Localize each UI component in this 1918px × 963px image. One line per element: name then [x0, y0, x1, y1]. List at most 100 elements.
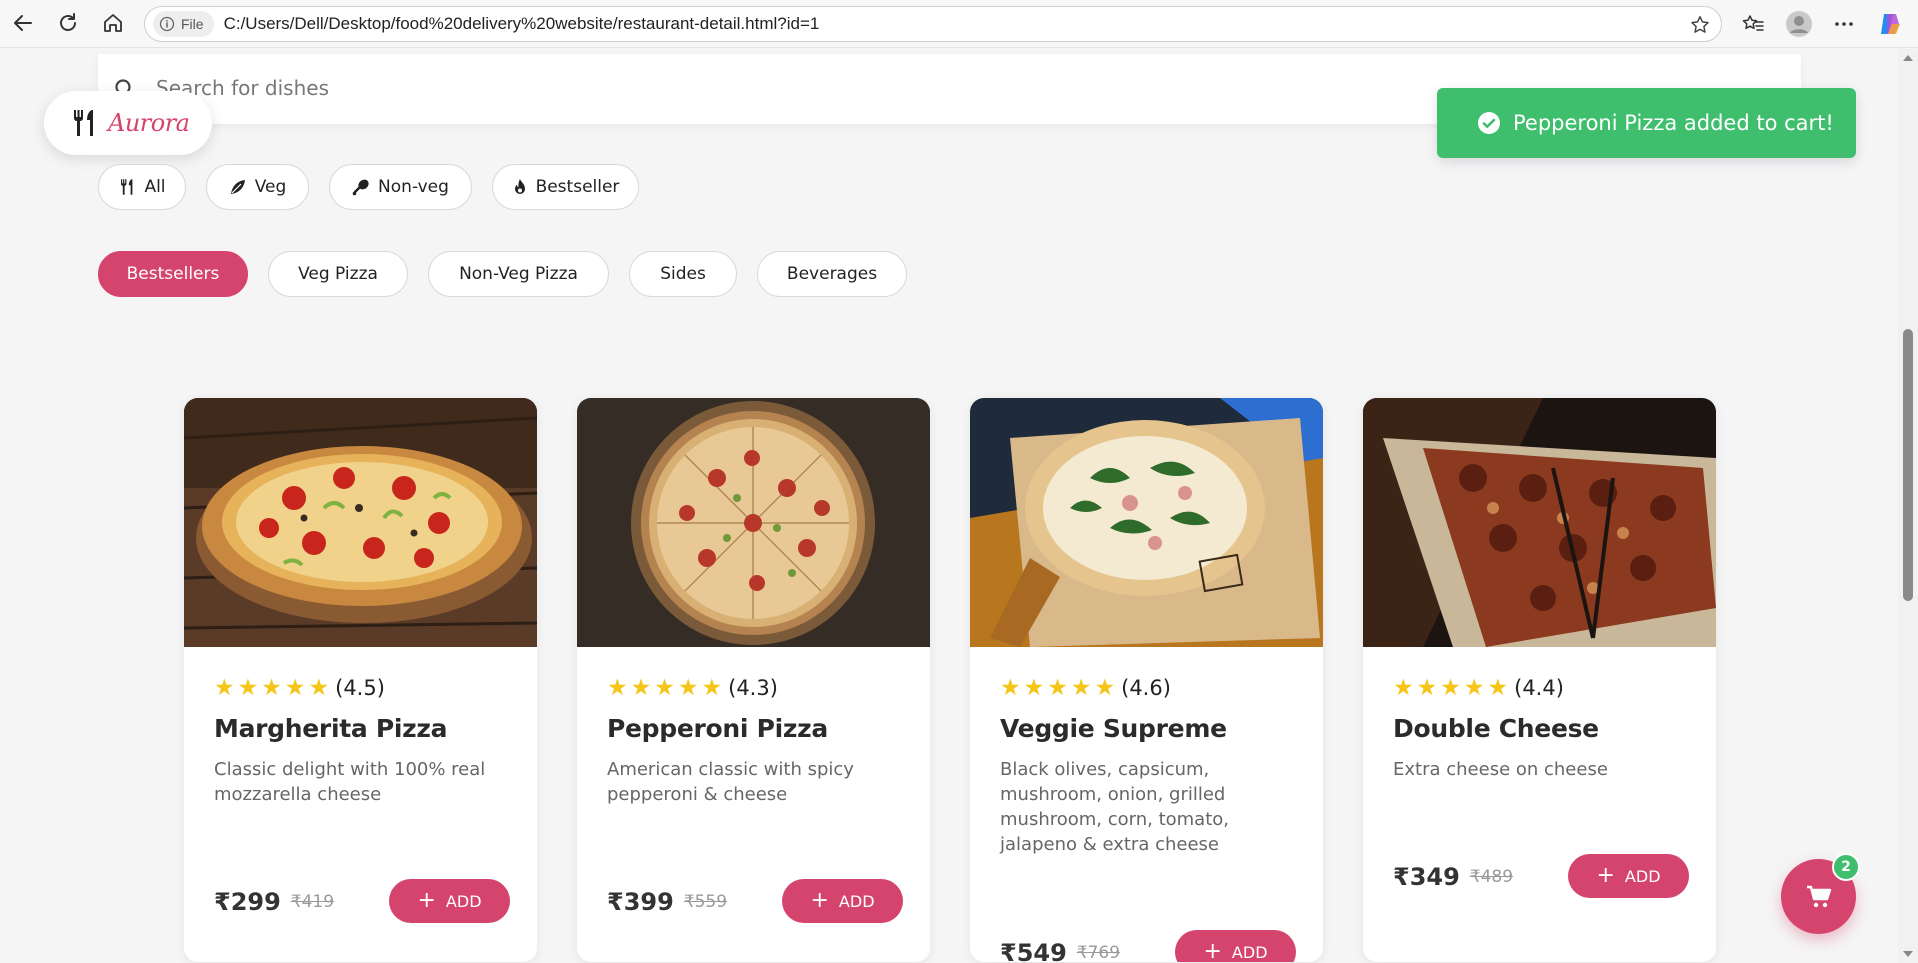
info-icon — [159, 16, 175, 32]
tab-sides[interactable]: Sides — [629, 251, 737, 297]
avatar-icon — [1786, 11, 1812, 37]
search-input[interactable] — [156, 70, 1656, 106]
filter-label: All — [144, 177, 166, 197]
favorite-button[interactable] — [1689, 14, 1711, 40]
profile-button[interactable] — [1781, 6, 1817, 42]
favorites-button[interactable] — [1735, 6, 1771, 42]
dish-description: Extra cheese on cheese — [1393, 759, 1608, 780]
copilot-icon — [1881, 14, 1900, 34]
dish-card: ★ ★ ★ ★ ★ (4.5) Margherita Pizza Classic… — [184, 398, 537, 962]
url-text[interactable]: C:/Users/Dell/Desktop/food%20delivery%20… — [224, 14, 820, 34]
add-label: ADD — [445, 891, 482, 911]
filter-bestseller[interactable]: Bestseller — [492, 164, 639, 210]
page-scrollbar[interactable] — [1898, 49, 1918, 963]
old-price: ₹769 — [1076, 943, 1121, 962]
dish-image — [1363, 398, 1716, 647]
utensils-icon — [121, 179, 133, 195]
check-circle-icon — [1478, 112, 1500, 134]
cart-icon — [1806, 885, 1831, 907]
add-label: ADD — [1231, 942, 1268, 962]
filter-all[interactable]: All — [98, 164, 186, 210]
plus-icon: + — [417, 888, 436, 913]
back-button[interactable] — [6, 6, 40, 40]
star-icon: ★ — [1023, 675, 1045, 701]
filter-non-veg[interactable]: Non-veg — [329, 164, 472, 210]
star-icon: ★ — [607, 675, 628, 701]
add-label: ADD — [1624, 866, 1661, 886]
price: ₹549 — [1000, 939, 1067, 962]
filter-label: Non-veg — [378, 177, 449, 197]
star-icon: ★ — [654, 675, 675, 701]
drumstick-icon — [352, 179, 369, 196]
dish-info: ★ ★ ★ ★ ★ (4.3) Pepperoni Pizza American… — [607, 674, 907, 807]
reload-icon — [60, 13, 76, 31]
filter-label: Bestseller — [535, 177, 620, 197]
star-icon: ★ — [701, 675, 723, 701]
more-menu-button[interactable] — [1826, 6, 1862, 42]
dish-name: Margherita Pizza — [214, 714, 448, 743]
copilot-button[interactable] — [1872, 6, 1908, 42]
star-icon: ★ — [237, 675, 259, 701]
address-bar[interactable]: File C:/Users/Dell/Desktop/food%20delive… — [144, 6, 1722, 42]
fire-icon — [514, 179, 525, 194]
price: ₹349 — [1393, 863, 1460, 891]
cart-button[interactable]: 2 — [1781, 853, 1860, 934]
star-icon: ★ — [214, 675, 235, 701]
arrow-left-icon — [14, 15, 32, 31]
add-to-cart-button[interactable]: + ADD — [1175, 930, 1296, 962]
star-icon: ★ — [1094, 675, 1116, 701]
rating: ★ ★ ★ ★ ★ (4.3) — [607, 674, 907, 702]
leaf-icon — [230, 180, 245, 194]
add-label: ADD — [838, 891, 875, 911]
dish-image — [970, 398, 1323, 647]
star-icon: ★ — [1047, 675, 1068, 701]
file-label: File — [181, 16, 204, 32]
rating-value: (4.6) — [1121, 676, 1171, 700]
brand-logo[interactable]: Aurora — [44, 91, 212, 155]
add-to-cart-button[interactable]: + ADD — [782, 879, 903, 923]
star-icon: ★ — [1070, 675, 1092, 701]
dish-description: Black olives, capsicum, mushroom, onion,… — [1000, 759, 1230, 855]
tab-non-veg-pizza[interactable]: Non-Veg Pizza — [428, 251, 609, 297]
price-row: ₹549 ₹769 + ADD — [1000, 930, 1296, 962]
filter-label: Veg — [254, 177, 287, 197]
browser-toolbar: File C:/Users/Dell/Desktop/food%20delive… — [0, 0, 1918, 48]
price-row: ₹299 ₹419 + ADD — [214, 879, 510, 925]
scrollbar-thumb[interactable] — [1903, 329, 1913, 601]
filter-veg[interactable]: Veg — [206, 164, 309, 210]
dish-image — [577, 398, 930, 647]
star-icon: ★ — [1463, 675, 1485, 701]
rating-value: (4.5) — [335, 676, 385, 700]
star-icon: ★ — [261, 675, 282, 701]
scroll-up-icon[interactable] — [1903, 55, 1913, 61]
star-outline-icon — [1691, 16, 1709, 33]
add-to-cart-button[interactable]: + ADD — [389, 879, 510, 923]
reload-button[interactable] — [51, 6, 85, 40]
rating: ★ ★ ★ ★ ★ (4.6) — [1000, 674, 1300, 702]
dish-image — [184, 398, 537, 647]
star-icon: ★ — [284, 675, 306, 701]
old-price: ₹419 — [290, 892, 335, 912]
old-price: ₹559 — [683, 892, 728, 912]
dish-info: ★ ★ ★ ★ ★ (4.4) Double Cheese Extra chee… — [1393, 674, 1693, 782]
home-icon — [104, 14, 122, 32]
tab-veg-pizza[interactable]: Veg Pizza — [268, 251, 408, 297]
dish-card: ★ ★ ★ ★ ★ (4.4) Double Cheese Extra chee… — [1363, 398, 1716, 962]
add-to-cart-button[interactable]: + ADD — [1568, 854, 1689, 898]
price: ₹299 — [214, 888, 281, 916]
dish-name: Double Cheese — [1393, 714, 1599, 743]
star-icon: ★ — [1000, 675, 1021, 701]
tab-bestsellers[interactable]: Bestsellers — [98, 251, 248, 297]
dish-name: Veggie Supreme — [1000, 714, 1227, 743]
rating: ★ ★ ★ ★ ★ (4.4) — [1393, 674, 1693, 702]
star-icon: ★ — [308, 675, 330, 701]
star-icon: ★ — [1440, 675, 1461, 701]
more-dots-icon — [1835, 22, 1853, 26]
toast-notification: Pepperoni Pizza added to cart! — [1437, 88, 1856, 158]
favorites-list-icon — [1742, 15, 1764, 31]
home-button[interactable] — [96, 6, 130, 40]
scroll-down-icon[interactable] — [1903, 951, 1913, 957]
site-info-chip[interactable]: File — [153, 11, 214, 37]
tab-beverages[interactable]: Beverages — [757, 251, 907, 297]
star-icon: ★ — [1416, 675, 1438, 701]
